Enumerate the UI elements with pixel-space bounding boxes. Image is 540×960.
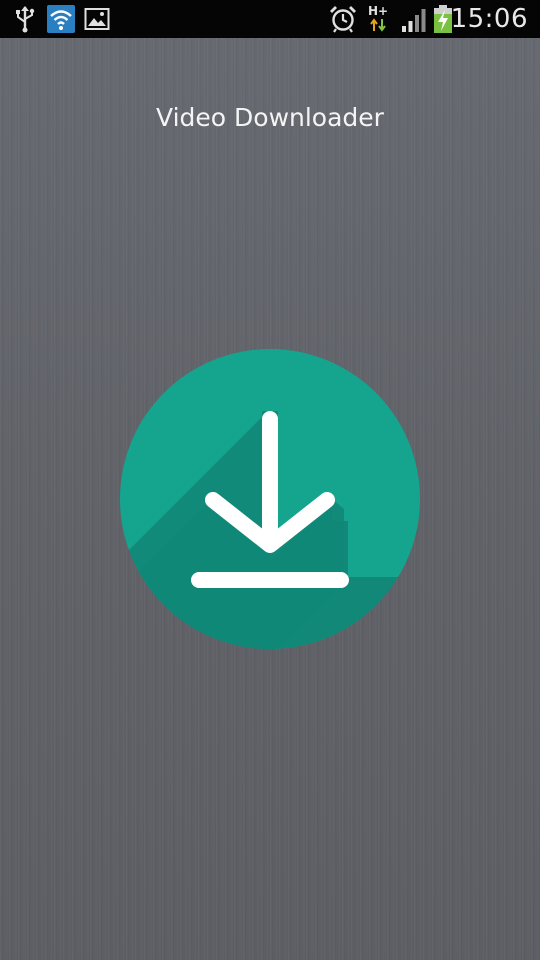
app-title: Video Downloader [156,103,384,132]
mobile-data-icon: H+ [368,5,390,33]
network-type-label: H+ [368,4,389,18]
gallery-icon [84,8,110,30]
clock: 15:06 [450,4,528,34]
alarm-icon [330,6,356,33]
signal-icon [402,9,426,32]
splash-screen: Video Downloader [0,38,540,960]
usb-icon [16,6,35,33]
download-icon [120,349,420,649]
wifi-icon [47,5,75,33]
status-bar: H+ 15:06 [0,0,540,38]
data-arrows-icon [370,18,386,32]
